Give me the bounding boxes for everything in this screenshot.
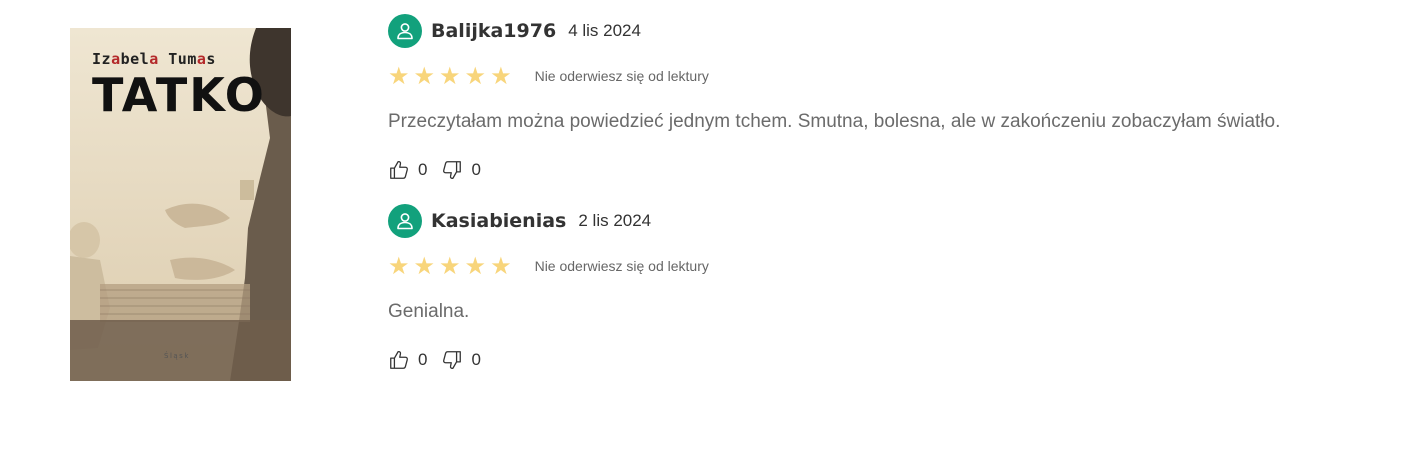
like-count: 0 bbox=[418, 160, 428, 179]
star-icon: ★ bbox=[413, 62, 436, 90]
thumbs-up-icon bbox=[390, 350, 408, 369]
avatar[interactable] bbox=[388, 204, 422, 238]
avatar[interactable] bbox=[388, 14, 422, 48]
review-date: 2 lis 2024 bbox=[578, 211, 652, 230]
like-button[interactable]: 0 bbox=[388, 349, 427, 371]
star-icon: ★ bbox=[388, 62, 410, 90]
cover-author: Izabela Tumas bbox=[92, 50, 216, 68]
dislike-button[interactable]: 0 bbox=[441, 349, 481, 371]
book-cover[interactable]: Izabela Tumas TATKO Śląsk bbox=[70, 28, 291, 381]
star-icon: ★ bbox=[464, 62, 487, 90]
review-header: Balijka1976 4 lis 2024 bbox=[388, 14, 1388, 48]
cover-publisher: Śląsk bbox=[164, 352, 190, 360]
thumbs-down-icon bbox=[443, 161, 462, 180]
dislike-count: 0 bbox=[471, 350, 481, 369]
review-header: Kasiabienias 2 lis 2024 bbox=[388, 204, 1388, 238]
user-icon bbox=[397, 213, 413, 230]
user-icon bbox=[397, 23, 413, 40]
review-votes: 0 0 bbox=[388, 158, 1388, 182]
review-item: Kasiabienias 2 lis 2024 ★ ★ ★ ★ ★ Nie od… bbox=[388, 204, 1388, 372]
star-icon: ★ bbox=[464, 252, 487, 280]
star-icon: ★ bbox=[490, 62, 512, 90]
like-button[interactable]: 0 bbox=[388, 159, 427, 181]
star-icon: ★ bbox=[490, 252, 512, 280]
like-count: 0 bbox=[418, 350, 428, 369]
star-rating: ★ ★ ★ ★ ★ bbox=[388, 254, 512, 278]
review-votes: 0 0 bbox=[388, 348, 1388, 372]
star-icon: ★ bbox=[388, 252, 410, 280]
rating-row: ★ ★ ★ ★ ★ Nie oderwiesz się od lektury bbox=[388, 253, 1388, 279]
review-username[interactable]: Balijka1976 bbox=[431, 20, 556, 42]
cover-title: TATKO bbox=[92, 68, 266, 122]
dislike-button[interactable]: 0 bbox=[441, 159, 481, 181]
rating-label: Nie oderwiesz się od lektury bbox=[534, 68, 709, 84]
thumbs-down-icon bbox=[443, 351, 462, 370]
review-text: Genialna. bbox=[388, 301, 470, 322]
star-icon: ★ bbox=[439, 252, 461, 280]
rating-row: ★ ★ ★ ★ ★ Nie oderwiesz się od lektury bbox=[388, 63, 1388, 89]
review-item: Balijka1976 4 lis 2024 ★ ★ ★ ★ ★ Nie ode… bbox=[388, 14, 1388, 182]
review-date: 4 lis 2024 bbox=[568, 21, 641, 40]
star-rating: ★ ★ ★ ★ ★ bbox=[388, 64, 512, 88]
dislike-count: 0 bbox=[471, 160, 481, 179]
review-username[interactable]: Kasiabienias bbox=[431, 210, 566, 232]
star-icon: ★ bbox=[439, 62, 461, 90]
thumbs-up-icon bbox=[390, 160, 408, 179]
rating-label: Nie oderwiesz się od lektury bbox=[534, 258, 709, 274]
star-icon: ★ bbox=[413, 252, 436, 280]
review-text: Przeczytałam można powiedzieć jednym tch… bbox=[388, 111, 1281, 132]
